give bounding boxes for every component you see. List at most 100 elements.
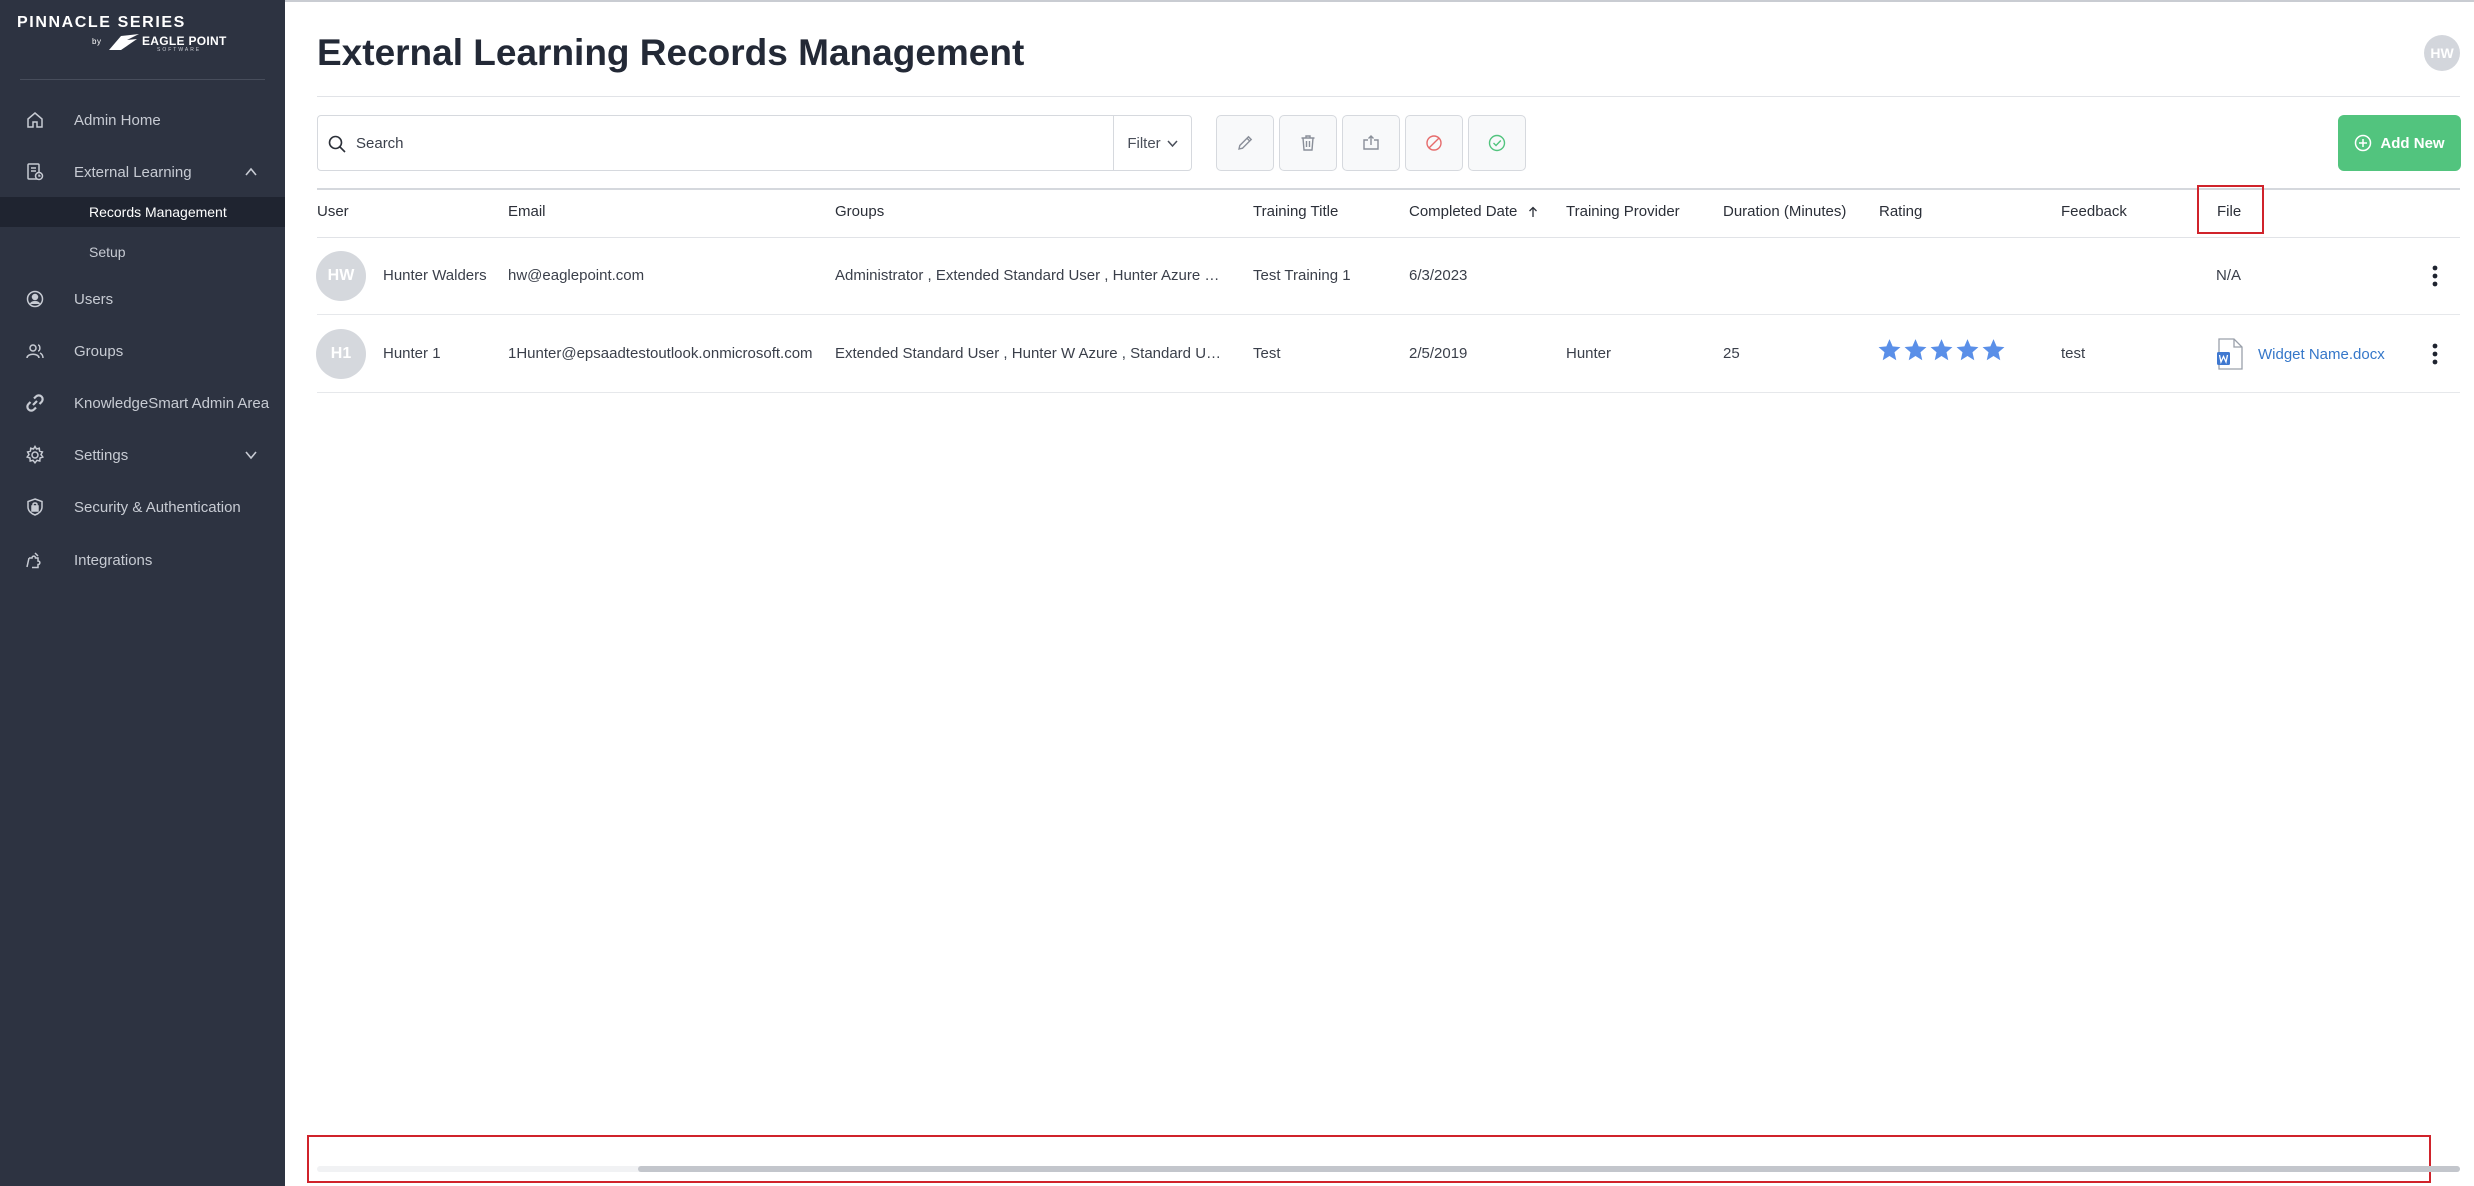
sidebar-subitem-label: Setup (89, 244, 126, 260)
cell-email: 1Hunter@epsaadtestoutlook.onmicrosoft.co… (508, 345, 813, 362)
logo-product-name: PINNACLE SERIES (17, 14, 186, 31)
column-header-user[interactable]: User (317, 203, 349, 220)
search-icon (327, 134, 347, 154)
sidebar-item-knowledgesmart[interactable]: KnowledgeSmart Admin Area (0, 383, 285, 423)
sidebar-item-settings[interactable]: Settings (0, 435, 285, 475)
chevron-down-icon (243, 447, 259, 463)
edit-icon (1238, 135, 1253, 150)
gear-icon (25, 445, 45, 465)
search-box: Filter (317, 115, 1192, 171)
logo-company-sub: SOFTWARE (157, 47, 202, 53)
scrollbar-highlight (307, 1135, 2431, 1183)
sidebar-item-admin-home[interactable]: Admin Home (0, 100, 285, 140)
star-icon (1904, 339, 1927, 361)
column-header-training-title[interactable]: Training Title (1253, 203, 1338, 220)
table-header-border (317, 237, 2460, 238)
external-learning-icon (25, 162, 45, 182)
export-button[interactable] (1342, 115, 1400, 171)
filter-button[interactable]: Filter (1113, 116, 1192, 170)
cell-feedback: test (2061, 345, 2086, 362)
search-input[interactable] (356, 128, 1096, 158)
column-header-groups[interactable]: Groups (835, 203, 884, 220)
sidebar-item-integrations[interactable]: Integrations (0, 540, 285, 580)
sidebar-item-label: Security & Authentication (74, 498, 241, 516)
page-title: External Learning Records Management (317, 32, 1025, 73)
star-icon (1982, 339, 2005, 361)
sidebar: PINNACLE SERIES by EAGLE POINT SOFTWARE … (0, 0, 285, 1186)
table-top-border (317, 188, 2460, 190)
eagle-point-logo-icon (109, 34, 139, 50)
deny-button[interactable] (1405, 115, 1463, 171)
sidebar-subitem-label: Records Management (89, 204, 227, 220)
word-document-icon (2217, 338, 2243, 370)
sidebar-item-label: Integrations (74, 551, 153, 569)
file-column-highlight (2197, 185, 2264, 234)
cell-groups: Extended Standard User , Hunter W Azure … (835, 345, 1225, 362)
horizontal-scrollbar-thumb[interactable] (638, 1166, 2460, 1172)
kebab-menu-icon (2432, 265, 2438, 287)
sidebar-item-label: Admin Home (74, 111, 161, 129)
sidebar-item-label: Users (74, 290, 114, 308)
delete-icon (1301, 135, 1315, 151)
puzzle-icon (25, 550, 45, 570)
user-circle-icon (25, 289, 45, 309)
sidebar-item-groups[interactable]: Groups (0, 331, 285, 371)
column-header-duration[interactable]: Duration (Minutes) (1723, 203, 1846, 220)
shield-lock-icon (25, 497, 45, 517)
sidebar-item-label: Settings (74, 446, 129, 464)
cell-email: hw@eaglepoint.com (508, 267, 645, 284)
add-new-label: Add New (2380, 134, 2445, 152)
sort-ascending-icon (1528, 206, 1537, 218)
column-header-feedback[interactable]: Feedback (2061, 203, 2127, 220)
cell-groups: Administrator , Extended Standard User ,… (835, 267, 1225, 284)
row-avatar: H1 (316, 329, 366, 379)
row-divider (317, 314, 2460, 315)
groups-icon (25, 341, 45, 361)
rating-stars (1877, 337, 2006, 367)
sidebar-item-records-management[interactable]: Records Management (0, 197, 285, 227)
column-header-label: Completed Date (1409, 203, 1518, 220)
cell-training-title: Test (1253, 345, 1281, 362)
file-name: Widget Name.docx (2258, 345, 2385, 363)
row-actions-menu[interactable] (2425, 339, 2445, 369)
row-divider (317, 392, 2460, 393)
column-header-email[interactable]: Email (508, 203, 546, 220)
export-icon (1363, 135, 1379, 150)
chevron-down-icon (1167, 139, 1178, 147)
kebab-menu-icon (2432, 343, 2438, 365)
column-header-rating[interactable]: Rating (1879, 203, 1922, 220)
logo-by-text: by (92, 37, 102, 46)
star-icon (1930, 339, 1953, 361)
star-icon (1956, 339, 1979, 361)
user-avatar[interactable]: HW (2424, 35, 2460, 71)
approve-button[interactable] (1468, 115, 1526, 171)
pinnacle-logo[interactable]: PINNACLE SERIES by EAGLE POINT SOFTWARE (17, 14, 229, 60)
plus-circle-icon (2355, 134, 2372, 152)
cell-file: N/A (2216, 267, 2242, 284)
column-header-training-provider[interactable]: Training Provider (1566, 203, 1680, 220)
top-border (285, 0, 2474, 2)
link-icon (25, 393, 45, 413)
cell-training-provider: Hunter (1566, 345, 1612, 362)
delete-button[interactable] (1279, 115, 1337, 171)
file-link[interactable]: Widget Name.docx (2216, 338, 2385, 370)
deny-icon (1426, 135, 1442, 151)
cell-training-title: Test Training 1 (1253, 267, 1351, 284)
sidebar-item-setup[interactable]: Setup (0, 237, 285, 267)
add-new-button[interactable]: Add New (2338, 115, 2461, 171)
approve-icon (1488, 134, 1506, 152)
cell-completed-date: 6/3/2023 (1409, 267, 1468, 284)
logo-company-name: EAGLE POINT (142, 34, 227, 48)
edit-button[interactable] (1216, 115, 1274, 171)
sidebar-item-label: External Learning (74, 163, 192, 181)
sidebar-item-security[interactable]: Security & Authentication (0, 487, 285, 527)
home-icon (25, 110, 45, 130)
cell-duration: 25 (1723, 345, 1740, 362)
sidebar-item-users[interactable]: Users (0, 279, 285, 319)
cell-completed-date: 2/5/2019 (1409, 345, 1468, 362)
row-actions-menu[interactable] (2425, 261, 2445, 291)
sidebar-item-external-learning[interactable]: External Learning (0, 152, 285, 192)
cell-user: Hunter Walders (383, 267, 487, 284)
column-header-completed-date[interactable]: Completed Date (1409, 203, 1538, 220)
cell-user: Hunter 1 (383, 345, 441, 362)
